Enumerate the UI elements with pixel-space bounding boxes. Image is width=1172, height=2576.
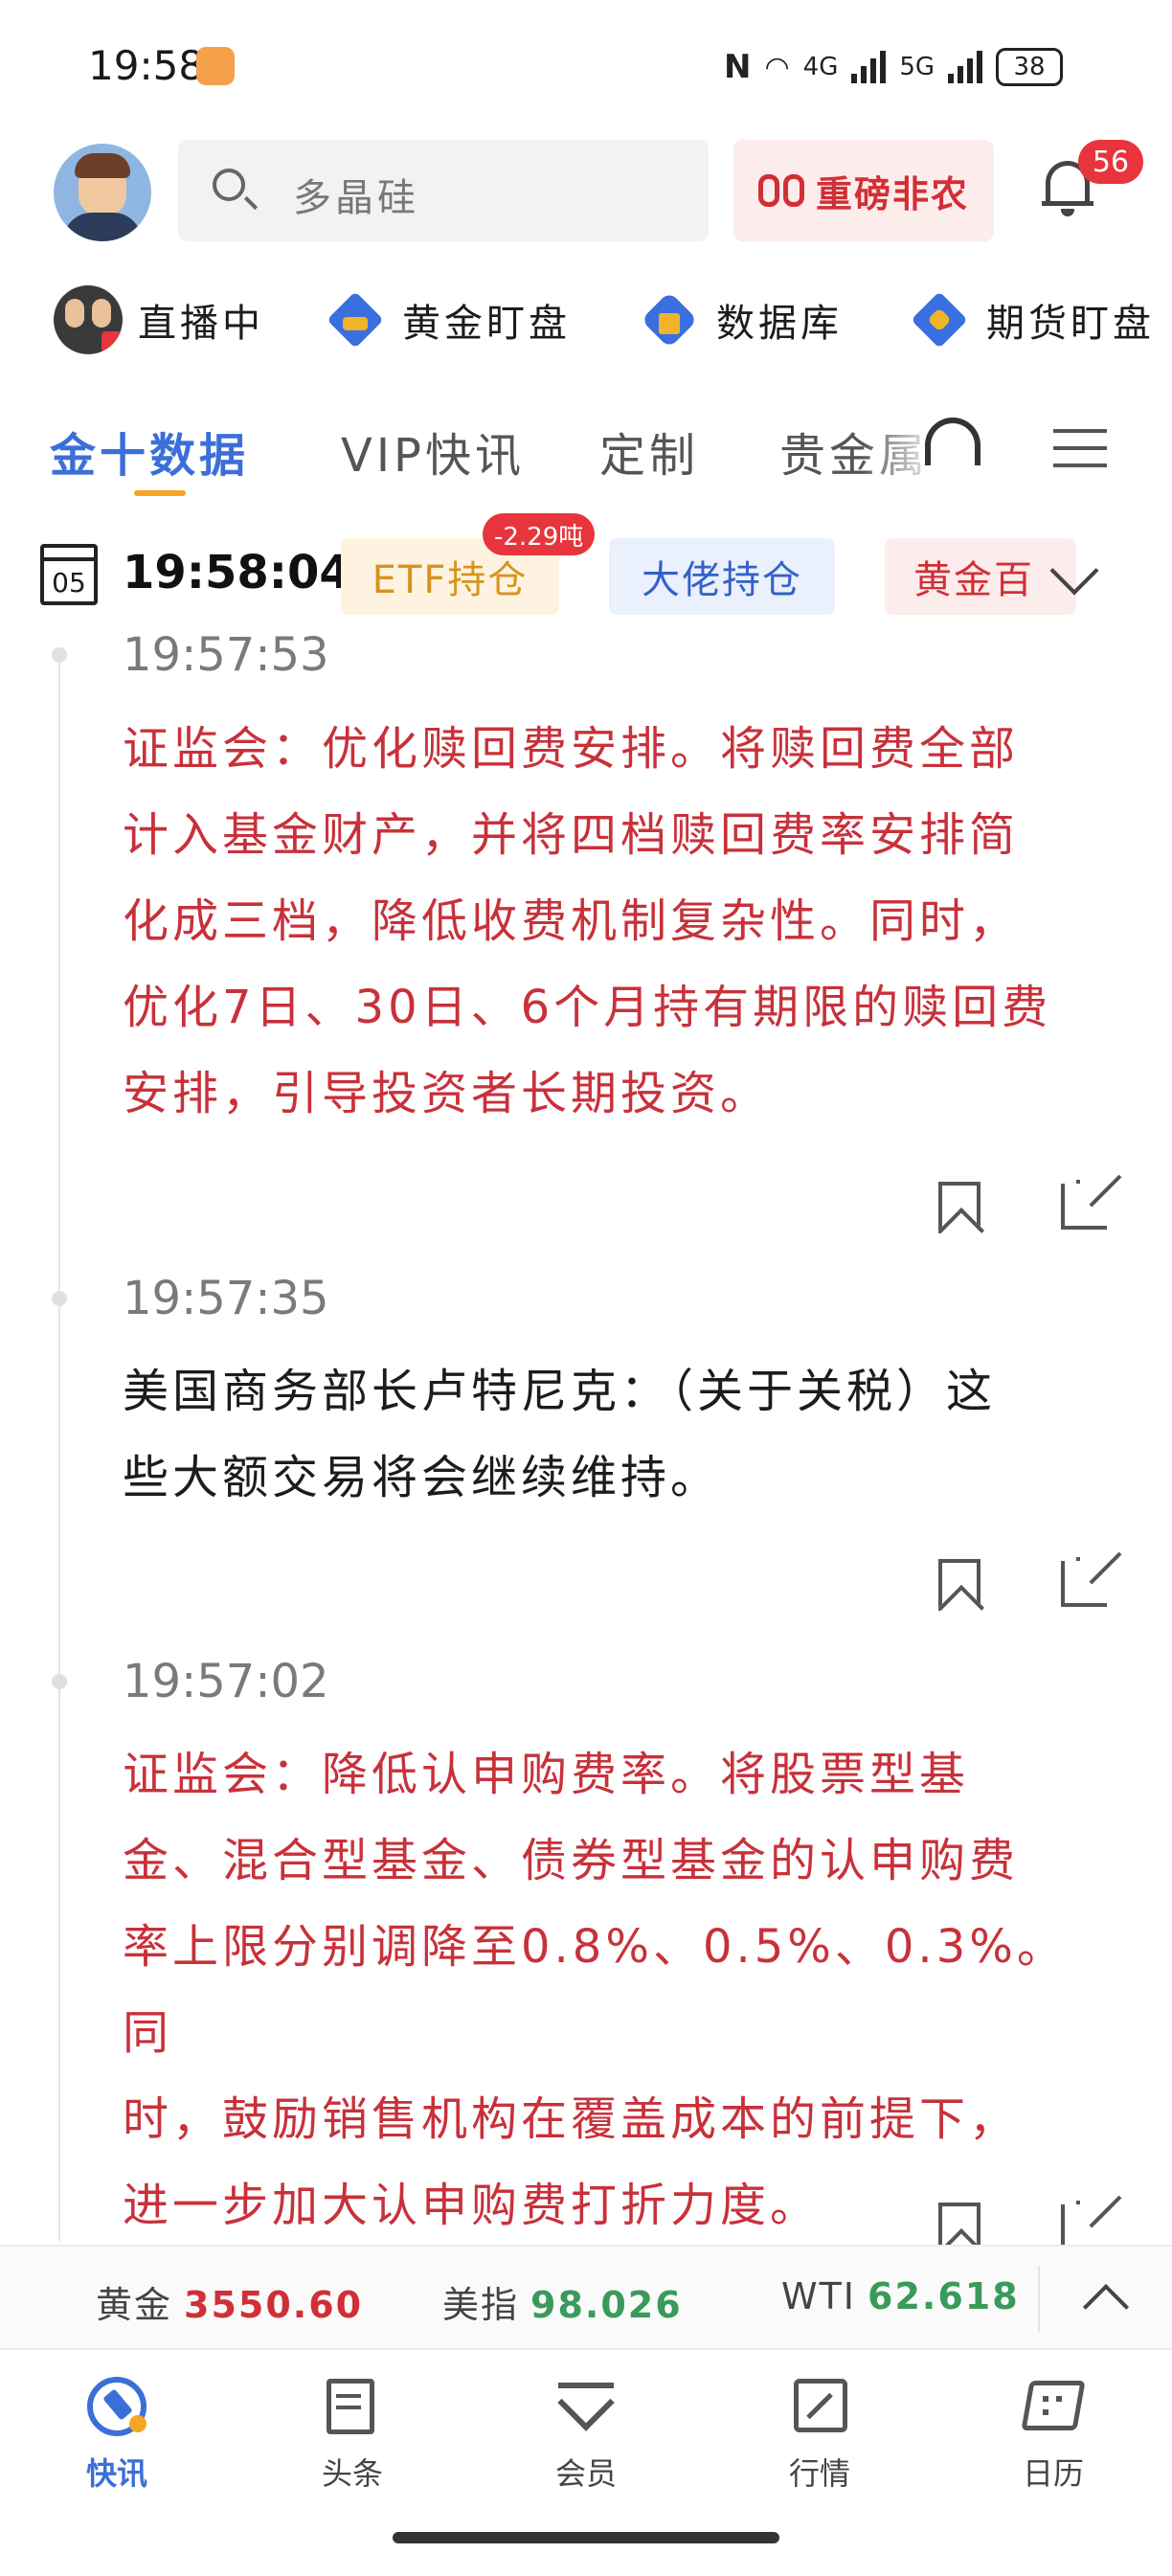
- news-time: 19:57:02: [123, 1655, 329, 1708]
- share-icon[interactable]: [1061, 2201, 1107, 2250]
- search-icon: [213, 169, 245, 201]
- nav-quotes[interactable]: 行情: [753, 2373, 887, 2494]
- news-time: 19:57:53: [123, 628, 329, 682]
- user-avatar[interactable]: [54, 144, 151, 241]
- bookmark-icon[interactable]: [938, 1182, 980, 1233]
- tab-vip-flash[interactable]: VIP快讯: [341, 418, 525, 485]
- bookmark-icon[interactable]: [938, 1559, 980, 1611]
- nav-calendar[interactable]: 日历: [986, 2373, 1120, 2494]
- headphone-status-icon: ◠: [764, 50, 790, 84]
- promo-label: 重磅非农: [815, 172, 969, 215]
- shortcut-live[interactable]: 直播中: [54, 283, 264, 356]
- network-4g-label: 4G: [802, 53, 839, 81]
- nav-membership[interactable]: 会员: [519, 2373, 653, 2494]
- current-time: 19:58:04: [123, 546, 351, 599]
- calendar-nav-icon: [1020, 2373, 1087, 2440]
- notification-badge: 56: [1078, 140, 1143, 184]
- timeline-line: [58, 651, 60, 2241]
- app-notification-icon: [196, 47, 235, 85]
- gold-chip[interactable]: 黄金百: [885, 538, 1076, 615]
- nav-headlines[interactable]: 头条: [285, 2373, 419, 2494]
- calendar-day: 05: [52, 567, 86, 599]
- shortcut-gold-watch[interactable]: 黄金盯盘: [324, 283, 571, 356]
- promo-button[interactable]: 重磅非农: [733, 140, 994, 241]
- binoculars-icon: [757, 174, 806, 207]
- chevron-up-icon[interactable]: [1082, 2283, 1130, 2331]
- ticker-dxy[interactable]: 美指 98.026: [442, 2275, 683, 2328]
- tab-custom[interactable]: 定制: [599, 418, 699, 485]
- timeline-dot: [52, 1674, 67, 1689]
- menu-icon[interactable]: [1053, 429, 1107, 467]
- search-bar[interactable]: 多晶硅: [178, 140, 709, 241]
- timeline-dot: [52, 647, 67, 663]
- shortcut-label: 数据库: [716, 302, 843, 346]
- share-icon[interactable]: [1061, 1180, 1107, 1230]
- calendar-icon[interactable]: 05: [40, 544, 98, 605]
- headphone-icon[interactable]: [925, 418, 980, 465]
- document-icon: [319, 2373, 386, 2440]
- live-avatar: [54, 285, 123, 354]
- signal-icon: [851, 51, 887, 83]
- shortcut-label: 直播中: [138, 302, 264, 346]
- diamond-icon: [908, 288, 971, 351]
- shortcut-database[interactable]: 数据库: [638, 283, 843, 356]
- tab-underline: [134, 490, 186, 496]
- nav-flash[interactable]: 快讯: [50, 2373, 184, 2494]
- search-placeholder: 多晶硅: [293, 176, 419, 220]
- news-body[interactable]: 证监会：优化赎回费安排。将赎回费全部 计入基金财产，并将四档赎回费率安排简 化成…: [123, 706, 1090, 1137]
- news-body[interactable]: 证监会：降低认申购费率。将股票型基 金、混合型基金、债券型基金的认申购费 率上限…: [123, 1731, 1090, 2248]
- home-indicator[interactable]: [393, 2532, 779, 2543]
- nfc-icon: N: [724, 48, 752, 86]
- share-icon[interactable]: [1061, 1557, 1107, 1607]
- news-body[interactable]: 美国商务部长卢特尼克：（关于关税）这 些大额交易将会继续维持。: [123, 1348, 1090, 1521]
- gem-icon: [552, 2373, 620, 2440]
- status-time: 19:58: [88, 42, 205, 89]
- cube-icon: [638, 288, 701, 351]
- shortcut-label: 期货盯盘: [986, 302, 1155, 346]
- news-time: 19:57:35: [123, 1272, 329, 1325]
- market-ticker[interactable]: 黄金 3550.60 美指 98.026 WTI 62.618: [0, 2245, 1172, 2350]
- etf-change-badge: -2.29吨: [483, 513, 596, 555]
- diamond-icon: [324, 288, 387, 351]
- tab-jin10-data[interactable]: 金十数据: [50, 418, 249, 485]
- ticker-wti[interactable]: WTI 62.618: [781, 2275, 1020, 2317]
- network-5g-label: 5G: [899, 53, 935, 81]
- signal-icon-2: [948, 51, 983, 83]
- ticker-gold[interactable]: 黄金 3550.60: [96, 2275, 363, 2328]
- compass-icon: [83, 2373, 150, 2440]
- shortcut-futures-watch[interactable]: 期货盯盘: [908, 283, 1155, 356]
- shortcut-label: 黄金盯盘: [402, 302, 571, 346]
- timeline-dot: [52, 1291, 67, 1306]
- battery-icon: 38: [996, 48, 1064, 86]
- status-icons: N ◠ 4G 5G 38: [724, 44, 1064, 90]
- chart-icon: [786, 2373, 853, 2440]
- whale-holdings-chip[interactable]: 大佬持仓: [609, 538, 835, 615]
